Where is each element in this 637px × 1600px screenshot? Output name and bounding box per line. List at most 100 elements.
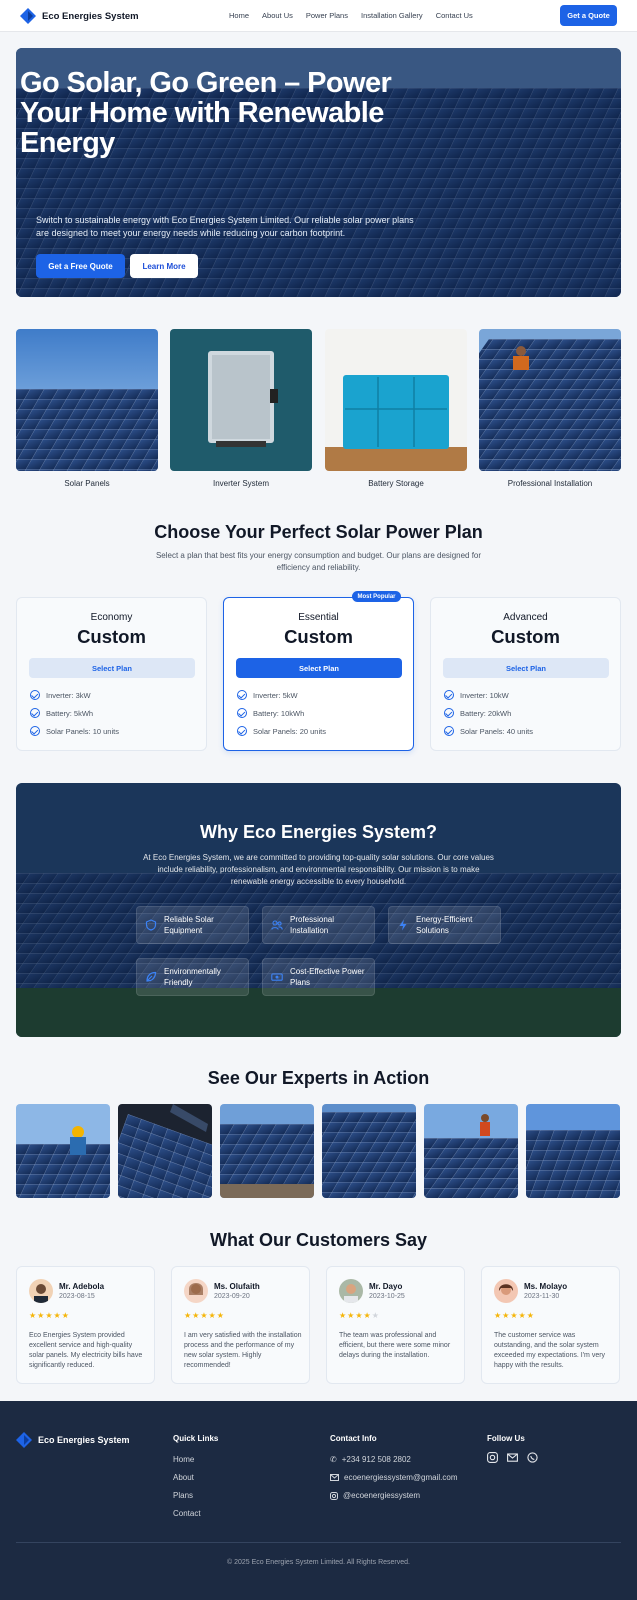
plan-price: Custom bbox=[284, 626, 353, 647]
avatar bbox=[29, 1279, 53, 1303]
review-date: 2023-10-25 bbox=[369, 1293, 405, 1300]
mail-icon[interactable] bbox=[507, 1452, 518, 1463]
get-quote-button[interactable]: Get a Quote bbox=[560, 5, 617, 26]
product-image-battery bbox=[325, 329, 467, 471]
reviews-title: What Our Customers Say bbox=[209, 1230, 428, 1250]
brand-name: Eco Energies System bbox=[42, 10, 139, 22]
star-rating: ★★★★★ bbox=[184, 1311, 225, 1320]
nav-about[interactable]: About Us bbox=[262, 11, 293, 20]
review-card: Mr. Adebola 2023-08-15 ★★★★★ Eco Energie… bbox=[16, 1266, 155, 1384]
main-nav: Home About Us Power Plans Installation G… bbox=[229, 11, 473, 20]
nav-power-plans[interactable]: Power Plans bbox=[306, 11, 348, 20]
check-icon bbox=[237, 690, 247, 700]
mail-icon bbox=[330, 1474, 339, 1481]
check-icon bbox=[30, 708, 40, 718]
review-text: The team was professional and efficient,… bbox=[339, 1332, 451, 1359]
money-icon bbox=[271, 973, 283, 981]
why-feature-card: Professional Installation bbox=[262, 906, 375, 944]
footer-divider bbox=[16, 1542, 621, 1543]
review-date: 2023-09-20 bbox=[214, 1293, 250, 1300]
plan-price: Custom bbox=[491, 626, 560, 647]
contact-email[interactable]: ecoenergiessystem@gmail.com bbox=[330, 1473, 458, 1482]
why-title: Why Eco Energies System? bbox=[199, 822, 438, 842]
experts-title: See Our Experts in Action bbox=[207, 1068, 430, 1088]
shield-icon bbox=[145, 919, 157, 931]
contact-instagram[interactable]: @ecoenergiessystem bbox=[330, 1491, 420, 1500]
reviewer-name: Mr. Dayo bbox=[369, 1282, 403, 1291]
product-image-installation bbox=[479, 329, 621, 471]
product-image-inverter bbox=[170, 329, 312, 471]
footer-brand-name: Eco Energies System bbox=[38, 1435, 130, 1445]
check-icon bbox=[237, 726, 247, 736]
nav-contact[interactable]: Contact Us bbox=[436, 11, 473, 20]
learn-more-button[interactable]: Learn More bbox=[130, 254, 198, 278]
copyright: © 2025 Eco Energies System Limited. All … bbox=[227, 1559, 410, 1566]
plan-price: Custom bbox=[77, 626, 146, 647]
select-plan-button[interactable]: Select Plan bbox=[443, 658, 609, 678]
plan-feature: Battery: 5kWh bbox=[30, 708, 93, 718]
plan-feature: Solar Panels: 40 units bbox=[444, 726, 533, 736]
expert-gallery-image bbox=[118, 1104, 212, 1198]
check-icon bbox=[30, 690, 40, 700]
why-feature-card: Reliable Solar Equipment bbox=[136, 906, 249, 944]
leaf-icon bbox=[146, 971, 157, 982]
select-plan-button[interactable]: Select Plan bbox=[29, 658, 195, 678]
check-icon bbox=[30, 726, 40, 736]
most-popular-badge: Most Popular bbox=[352, 591, 401, 602]
footer-link-plans[interactable]: Plans bbox=[173, 1491, 193, 1500]
plans-title: Choose Your Perfect Solar Power Plan bbox=[154, 522, 483, 542]
review-date: 2023-11-30 bbox=[524, 1293, 560, 1300]
footer-link-about[interactable]: About bbox=[173, 1473, 194, 1482]
check-icon bbox=[237, 708, 247, 718]
plan-card-advanced: Advanced Custom Select Plan Inverter: 10… bbox=[430, 597, 621, 751]
brand-logo[interactable]: Eco Energies System bbox=[20, 8, 139, 24]
review-card: Ms. Olufaith 2023-09-20 ★★★★★ I am very … bbox=[171, 1266, 310, 1384]
expert-gallery-image bbox=[424, 1104, 518, 1198]
plan-feature: Inverter: 5kW bbox=[237, 690, 298, 700]
expert-gallery-image bbox=[220, 1104, 314, 1198]
avatar bbox=[494, 1279, 518, 1303]
review-date: 2023-08-15 bbox=[59, 1293, 95, 1300]
product-label-installation: Professional Installation bbox=[507, 479, 593, 488]
social-icons bbox=[487, 1452, 538, 1463]
reviewer-name: Mr. Adebola bbox=[59, 1282, 105, 1291]
plan-name: Advanced bbox=[503, 612, 548, 623]
review-text: Eco Energies System provided excellent s… bbox=[29, 1332, 143, 1369]
select-plan-button[interactable]: Select Plan bbox=[236, 658, 402, 678]
star-rating: ★★★★★ bbox=[494, 1311, 535, 1320]
instagram-icon[interactable] bbox=[487, 1452, 498, 1463]
plan-name: Economy bbox=[90, 612, 133, 623]
phone-icon: ✆ bbox=[330, 1455, 337, 1464]
product-image-solar-panels bbox=[16, 329, 158, 471]
whatsapp-icon[interactable] bbox=[527, 1452, 538, 1463]
expert-gallery-image bbox=[526, 1104, 620, 1198]
avatar bbox=[339, 1279, 363, 1303]
avatar bbox=[184, 1279, 208, 1303]
free-quote-button[interactable]: Get a Free Quote bbox=[36, 254, 125, 278]
expert-gallery-image bbox=[322, 1104, 416, 1198]
plan-feature: Battery: 20kWh bbox=[444, 708, 511, 718]
hero-title: Go Solar, Go Green – Power Your Home wit… bbox=[20, 67, 392, 159]
product-label-solar-panels: Solar Panels bbox=[64, 479, 110, 488]
footer-link-home[interactable]: Home bbox=[173, 1455, 194, 1464]
nav-gallery[interactable]: Installation Gallery bbox=[361, 11, 423, 20]
footer-link-contact[interactable]: Contact bbox=[173, 1509, 201, 1518]
star-rating: ★★★★★ bbox=[339, 1311, 380, 1320]
star-rating: ★★★★★ bbox=[29, 1311, 70, 1320]
check-icon bbox=[444, 708, 454, 718]
expert-gallery-image bbox=[16, 1104, 110, 1198]
why-feature-card: Cost-Effective Power Plans bbox=[262, 958, 375, 996]
plans-subtitle: Select a plan that best fits your energy… bbox=[155, 551, 482, 572]
footer-brand[interactable]: Eco Energies System bbox=[16, 1432, 130, 1448]
plan-feature: Solar Panels: 10 units bbox=[30, 726, 119, 736]
contact-phone[interactable]: ✆ +234 912 508 2802 bbox=[330, 1455, 411, 1464]
instagram-icon bbox=[330, 1491, 338, 1500]
review-card: Mr. Dayo 2023-10-25 ★★★★★ The team was p… bbox=[326, 1266, 465, 1384]
logo-icon bbox=[20, 8, 36, 24]
nav-home[interactable]: Home bbox=[229, 11, 249, 20]
reviewer-name: Ms. Olufaith bbox=[214, 1282, 260, 1291]
why-feature-card: Energy-Efficient Solutions bbox=[388, 906, 501, 944]
product-label-inverter: Inverter System bbox=[212, 479, 269, 488]
plan-card-essential: Essential Custom Select Plan Inverter: 5… bbox=[223, 597, 414, 751]
plan-name: Essential bbox=[298, 612, 339, 623]
